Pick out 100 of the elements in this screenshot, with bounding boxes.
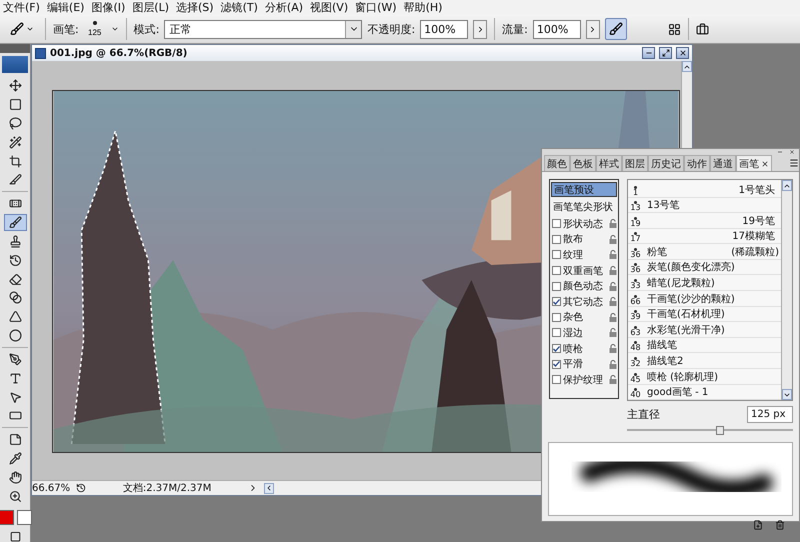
foreground-color-swatch[interactable] [0,510,14,525]
menu-item[interactable]: 图层(L) [130,0,174,15]
brush-icon[interactable] [608,22,623,36]
close-icon[interactable] [761,160,769,168]
checkbox[interactable] [552,266,561,276]
lock-icon[interactable] [609,328,617,338]
menu-item[interactable]: 帮助(H) [402,0,448,15]
brush-preset[interactable]: 36 粉笔 (稀疏颗粒) [628,244,781,260]
quick-mask-icon[interactable] [8,530,22,542]
slider-thumb[interactable] [716,426,724,435]
flow-field[interactable]: 100% [532,20,581,38]
brush-preset[interactable]: 13 13号笔 [628,198,781,214]
lock-icon[interactable] [609,266,617,276]
brush-preset[interactable]: 1 1号笔头 [628,182,781,198]
option-label[interactable]: 散布 [563,232,607,246]
checkbox[interactable] [552,282,561,291]
note-icon[interactable] [8,433,22,446]
menu-item[interactable]: 分析(A) [262,0,308,15]
pen-icon[interactable] [8,352,22,366]
crop-icon[interactable] [8,154,22,168]
menu-item[interactable]: 图像(I) [89,0,130,15]
panel-menu-icon[interactable] [789,158,799,168]
checkbox[interactable] [552,375,561,384]
brush-preset[interactable]: 33 蜡笔(尼龙颗粒) [628,275,781,292]
lock-icon[interactable] [609,344,617,354]
brush-preset[interactable]: 36 炭笔(颜色变化漂亮) [628,260,781,276]
background-color-swatch[interactable] [16,510,32,525]
status-icon[interactable] [76,483,86,493]
lock-icon[interactable] [609,297,617,306]
checkbox[interactable] [552,344,561,354]
brush-preset[interactable]: 40 good画笔 - 1 [628,384,781,400]
menu-item[interactable]: 文件(F) [1,0,45,15]
menu-item[interactable]: 视图(V) [308,0,354,15]
menu-item[interactable]: 窗口(W) [353,0,402,15]
brush-section[interactable]: 画笔笔尖形状 [551,199,617,214]
lock-icon[interactable] [609,375,617,384]
checkbox[interactable] [552,360,561,369]
option-label[interactable]: 纹理 [563,248,607,262]
panel-tab[interactable]: 历史记 [648,155,684,171]
option-label[interactable]: 湿边 [563,326,607,340]
zoom-icon[interactable] [8,490,22,503]
panel-tab[interactable]: 颜色 [544,155,570,171]
checkbox[interactable] [552,219,561,228]
workspace-icon[interactable] [696,22,709,36]
marquee-icon[interactable] [8,98,22,111]
maximize-icon[interactable] [662,49,670,57]
close-button[interactable] [676,47,689,59]
brush-section[interactable]: 画笔预设 [551,182,617,197]
option-label[interactable]: 形状动态 [563,216,607,231]
stamp-icon[interactable] [8,234,22,248]
airbrush-button[interactable] [604,18,627,40]
panel-tab[interactable]: 色板 [570,155,596,171]
palette-icon[interactable] [668,22,681,36]
lasso-icon[interactable] [8,116,22,130]
type-icon[interactable] [8,372,22,385]
option-label[interactable]: 杂色 [563,310,607,324]
pointer-icon[interactable] [8,390,22,404]
menu-item[interactable]: 选择(S) [174,0,219,15]
option-label[interactable]: 保护纹理 [563,372,607,387]
caret-icon[interactable] [110,25,119,33]
new-preset-icon[interactable] [753,520,763,530]
lock-icon[interactable] [609,360,617,369]
menu-item[interactable]: 滤镜(T) [218,0,263,15]
panel-tab[interactable]: 通道 [710,155,736,171]
opacity-field[interactable]: 100% [420,20,468,38]
diameter-field[interactable]: 125 px [747,406,793,423]
option-label[interactable]: 颜色动态 [563,279,607,294]
close-icon[interactable] [789,149,795,155]
lock-icon[interactable] [609,234,617,244]
mode-select[interactable]: 正常 [164,20,362,38]
option-label[interactable]: 其它动态 [563,294,607,309]
option-label[interactable]: 喷枪 [563,342,607,356]
panel-tab[interactable]: 图层 [622,155,648,171]
list-scrollbar[interactable] [781,180,792,400]
brush-preset[interactable]: 17 17模糊笔 [628,228,781,244]
brush-preset[interactable]: 45 喷枪 (轮廓机理) [628,368,781,385]
lock-icon[interactable] [609,312,617,322]
hand-icon[interactable] [8,470,22,484]
brush-preset[interactable]: 48 描线笔 [628,338,781,354]
zoom-level[interactable]: 66.67% [32,482,70,494]
circle-icon[interactable] [8,329,22,342]
eraser-icon[interactable] [8,272,22,286]
brush-preset[interactable]: 39 干画笔(石材机理) [628,306,781,322]
checkbox[interactable] [552,234,561,244]
trash-icon[interactable] [775,520,785,530]
menu-item[interactable]: 编辑(E) [44,0,90,15]
checkbox[interactable] [552,297,561,306]
brush-icon[interactable] [10,22,24,36]
panel-tab[interactable]: 动作 [684,155,710,171]
option-label[interactable]: 平滑 [563,357,607,372]
checkbox[interactable] [552,328,561,338]
brush-preset[interactable]: 19 19号笔 [628,213,781,229]
panel-tab[interactable]: 画笔 [736,155,772,171]
history-brush-icon[interactable] [8,254,22,267]
bandage-icon[interactable] [8,197,22,210]
brush-picker[interactable]: 125 [84,21,106,37]
panel-tab[interactable]: 样式 [596,155,622,171]
option-label[interactable]: 双重画笔 [563,264,607,278]
checkbox[interactable] [552,250,561,260]
brush-icon[interactable] [8,216,22,230]
